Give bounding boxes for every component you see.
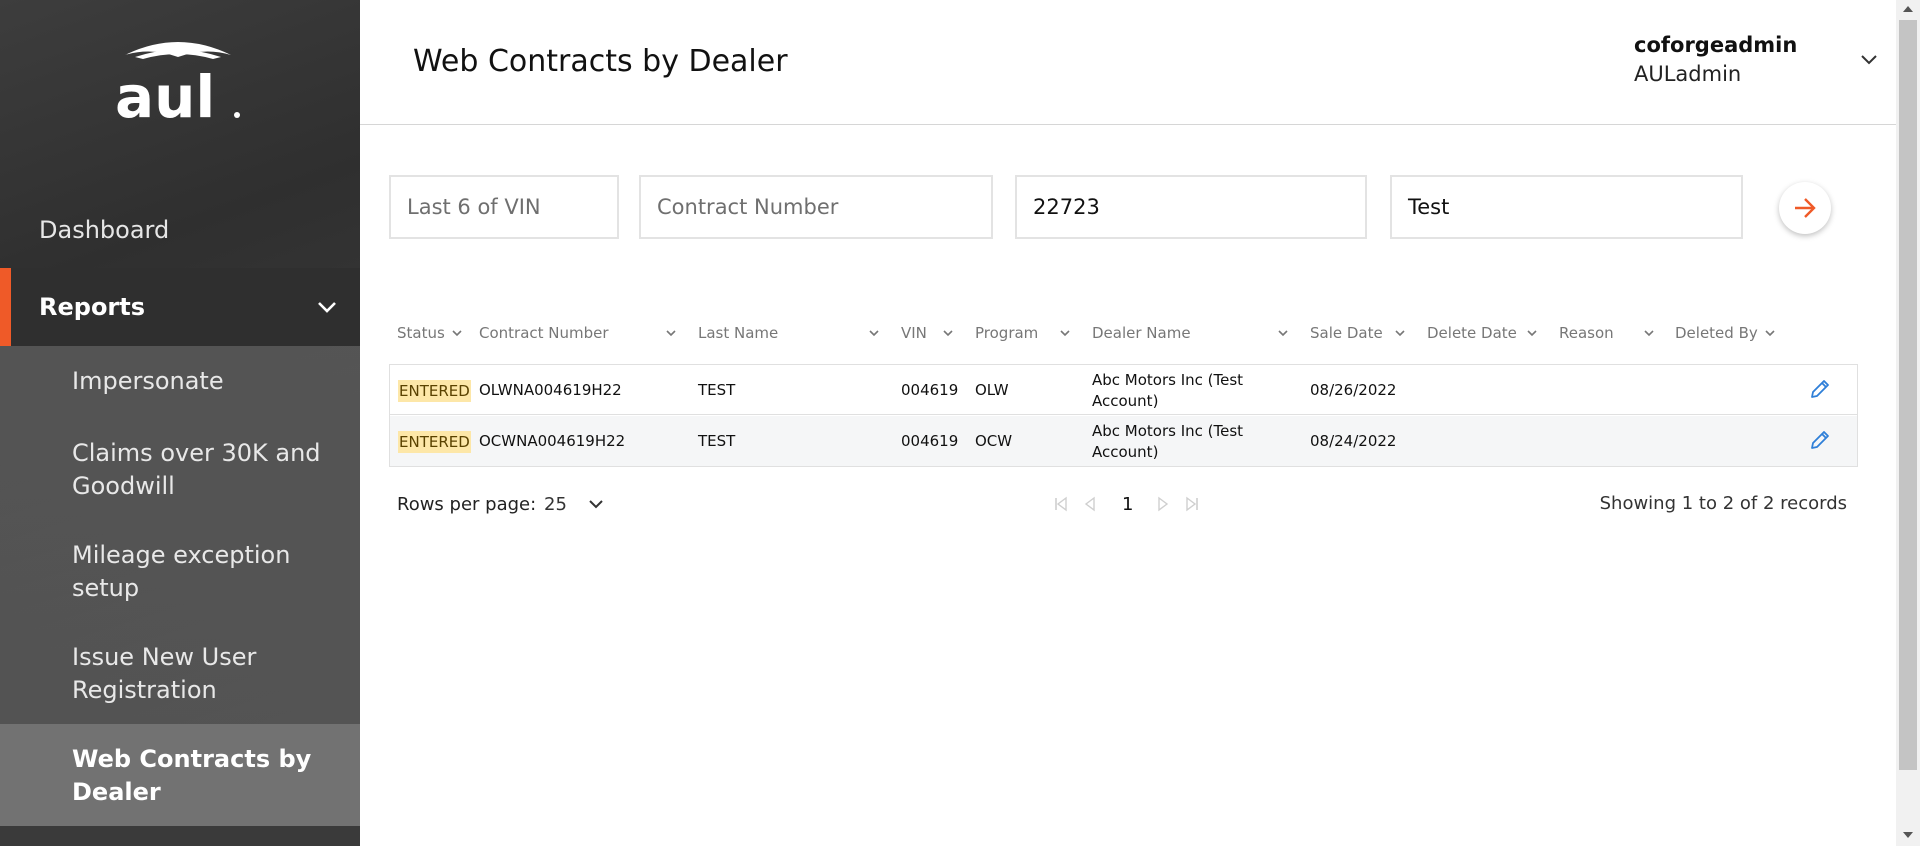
cell-sale-date: 08/26/2022 — [1310, 381, 1397, 399]
cell-dealer-name: Abc Motors Inc (Test Account) — [1092, 371, 1244, 410]
chevron-down-icon[interactable] — [942, 327, 954, 339]
chevron-down-icon — [318, 302, 336, 313]
first-page-icon[interactable] — [1053, 496, 1069, 512]
chevron-down-icon[interactable] — [1059, 327, 1071, 339]
chevron-down-icon — [452, 330, 462, 337]
sidebar-footer — [0, 826, 360, 846]
name-input[interactable]: Test — [1390, 175, 1743, 239]
cell-sale-date: 08/24/2022 — [1310, 432, 1397, 450]
column-label: Last Name — [698, 324, 779, 342]
column-label: Contract Number — [479, 324, 609, 342]
column-label: Delete Date — [1427, 324, 1517, 342]
cell-vin: 004619 — [901, 381, 959, 399]
contract-number-input[interactable]: Contract Number — [639, 175, 993, 239]
rows-per-page-label: Rows per page: — [397, 494, 537, 515]
rows-per-page-select[interactable]: 25 — [544, 494, 567, 515]
sidebar-item-dashboard[interactable]: Dashboard — [0, 200, 360, 260]
cell-contract-number: OCWNA004619H22 — [479, 432, 626, 450]
submenu-item-issue-new-user[interactable]: Issue New User Registration — [72, 641, 342, 707]
sidebar-item-reports[interactable]: Reports — [0, 268, 360, 346]
cell-vin: 004619 — [901, 432, 959, 450]
column-header-vin[interactable]: VIN — [901, 324, 927, 342]
brand-text: aul — [115, 63, 215, 125]
vin-placeholder: Last 6 of VIN — [407, 195, 541, 219]
active-accent-bar — [0, 268, 11, 346]
last-page-icon[interactable] — [1184, 496, 1200, 512]
column-header-delete-date[interactable]: Delete Date — [1427, 324, 1517, 342]
column-label: Sale Date — [1310, 324, 1383, 342]
aul-logo: aul — [113, 35, 243, 131]
column-header-status[interactable]: Status — [397, 324, 463, 342]
sidebar-item-label: Reports — [39, 293, 146, 321]
cell-program: OLW — [975, 381, 1009, 399]
edit-pencil-icon[interactable] — [1808, 428, 1832, 452]
column-header-reason[interactable]: Reason — [1559, 324, 1614, 342]
chevron-down-icon[interactable] — [665, 327, 677, 339]
arrow-right-icon — [1795, 198, 1816, 218]
column-header-contract-number[interactable]: Contract Number — [479, 324, 609, 342]
contract-number-placeholder: Contract Number — [657, 195, 839, 219]
cell-contract-number: OLWNA004619H22 — [479, 381, 622, 399]
column-label: Program — [975, 324, 1039, 342]
submenu-item-mileage-exception[interactable]: Mileage exception setup — [72, 539, 342, 605]
vin-input[interactable]: Last 6 of VIN — [389, 175, 619, 239]
submenu-item-impersonate[interactable]: Impersonate — [72, 365, 342, 398]
column-label: Reason — [1559, 324, 1614, 342]
logo-area: aul — [0, 0, 360, 160]
column-label: Status — [397, 324, 445, 342]
chevron-down-icon[interactable] — [586, 494, 606, 514]
edit-pencil-icon[interactable] — [1808, 377, 1832, 401]
column-header-deleted-by[interactable]: Deleted By — [1675, 324, 1776, 342]
user-menu[interactable]: coforgeadmin AULadmin — [1634, 33, 1877, 86]
chevron-down-icon[interactable] — [868, 327, 880, 339]
column-label: Deleted By — [1675, 324, 1758, 342]
page-title: Web Contracts by Dealer — [413, 44, 788, 79]
chevron-down-icon — [1765, 330, 1775, 337]
chevron-down-icon[interactable] — [1394, 327, 1406, 339]
scroll-down-icon[interactable] — [1896, 826, 1920, 844]
page-header: Web Contracts by Dealer coforgeadmin AUL… — [360, 0, 1896, 125]
dealer-number-input[interactable]: 22723 — [1015, 175, 1367, 239]
chevron-down-icon[interactable] — [1856, 47, 1882, 73]
user-role: AULadmin — [1634, 62, 1742, 86]
chevron-down-icon[interactable] — [1277, 327, 1289, 339]
chevron-down-icon[interactable] — [1526, 327, 1538, 339]
submenu-item-web-contracts[interactable]: Web Contracts by Dealer — [72, 743, 342, 809]
cell-last-name: TEST — [698, 432, 736, 450]
current-page-number[interactable]: 1 — [1122, 494, 1133, 515]
column-header-last-name[interactable]: Last Name — [698, 324, 778, 342]
column-header-sale-date[interactable]: Sale Date — [1310, 324, 1383, 342]
next-page-icon[interactable] — [1155, 496, 1171, 512]
vertical-scrollbar[interactable] — [1896, 0, 1920, 846]
chevron-down-icon[interactable] — [1643, 327, 1655, 339]
records-summary: Showing 1 to 2 of 2 records — [1599, 493, 1847, 514]
dealer-number-value: 22723 — [1033, 195, 1100, 219]
submenu-item-claims-over-30k[interactable]: Claims over 30K and Goodwill — [72, 437, 342, 503]
search-submit-button[interactable] — [1779, 182, 1831, 234]
column-label: Dealer Name — [1092, 324, 1191, 342]
user-name: coforgeadmin — [1634, 33, 1798, 57]
sidebar: aul Dashboard Reports Impersonate Claims… — [0, 0, 360, 846]
column-header-program[interactable]: Program — [975, 324, 1038, 342]
column-header-dealer-name[interactable]: Dealer Name — [1092, 324, 1191, 342]
cell-program: OCW — [975, 432, 1013, 450]
previous-page-icon[interactable] — [1082, 496, 1098, 512]
column-label: VIN — [901, 324, 927, 342]
name-value: Test — [1408, 195, 1450, 219]
cell-dealer-name: Abc Motors Inc (Test Account) — [1092, 422, 1244, 461]
status-badge: ENTERED — [398, 380, 471, 402]
scroll-up-icon[interactable] — [1896, 0, 1920, 18]
scrollbar-thumb[interactable] — [1899, 20, 1917, 770]
cell-last-name: TEST — [698, 381, 736, 399]
sidebar-item-label: Dashboard — [39, 216, 170, 244]
status-badge: ENTERED — [398, 431, 471, 453]
